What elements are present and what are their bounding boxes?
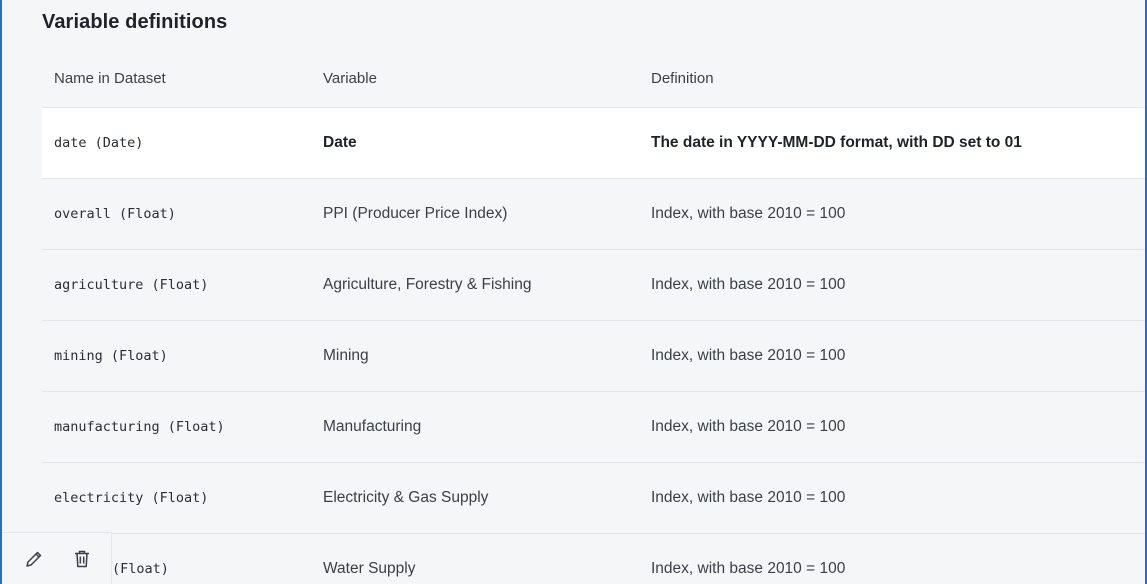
definition-cell: Index, with base 2010 = 100	[651, 418, 846, 435]
definition-cell: The date in YYYY-MM-DD format, with DD s…	[651, 134, 1022, 151]
column-header-definition: Definition	[651, 70, 714, 87]
definition-cell: Index, with base 2010 = 100	[651, 347, 846, 364]
dataset-name-cell: overall (Float)	[54, 206, 176, 222]
delete-button[interactable]	[68, 545, 96, 573]
column-header-variable: Variable	[323, 70, 377, 87]
dataset-name-cell: manufacturing (Float)	[54, 419, 225, 435]
definition-cell: Index, with base 2010 = 100	[651, 489, 846, 506]
table-row: overall (Float) PPI (Producer Price Inde…	[42, 179, 1145, 250]
definition-cell: Index, with base 2010 = 100	[651, 560, 846, 577]
dataset-name-cell: agriculture (Float)	[54, 277, 209, 293]
variable-cell: Manufacturing	[323, 418, 422, 435]
variable-cell: Mining	[323, 347, 369, 364]
dataset-name-cell: date (Date)	[54, 135, 144, 151]
definition-cell: Index, with base 2010 = 100	[651, 276, 846, 293]
column-header-name: Name in Dataset	[54, 70, 166, 87]
variable-cell: PPI (Producer Price Index)	[323, 205, 508, 222]
definitions-table: Name in Dataset Variable Definition date…	[42, 50, 1145, 584]
table-header: Name in Dataset Variable Definition	[42, 50, 1145, 108]
table-row: (Float) Water Supply Index, with base 20…	[42, 534, 1145, 584]
dataset-name-cell: electricity (Float)	[54, 490, 209, 506]
table-row: agriculture (Float) Agriculture, Forestr…	[42, 250, 1145, 321]
variable-cell: Date	[323, 134, 357, 151]
edit-button[interactable]	[20, 545, 48, 573]
pencil-icon	[26, 551, 42, 567]
table-row: manufacturing (Float) Manufacturing Inde…	[42, 392, 1145, 463]
dataset-name-cell: mining (Float)	[54, 348, 168, 364]
trash-icon	[75, 550, 89, 567]
variable-definitions-block[interactable]: Variable definitions Name in Dataset Var…	[0, 0, 1147, 584]
variable-cell: Agriculture, Forestry & Fishing	[323, 276, 532, 293]
table-row: electricity (Float) Electricity & Gas Su…	[42, 463, 1145, 534]
dataset-name-text: (Float)	[112, 561, 169, 577]
variable-cell: Electricity & Gas Supply	[323, 489, 489, 506]
definition-cell: Index, with base 2010 = 100	[651, 205, 846, 222]
table-row: mining (Float) Mining Index, with base 2…	[42, 321, 1145, 392]
block-toolbar	[2, 532, 112, 584]
variable-cell: Water Supply	[323, 560, 416, 577]
section-title: Variable definitions	[42, 11, 228, 33]
table-row: date (Date) Date The date in YYYY-MM-DD …	[42, 108, 1145, 179]
